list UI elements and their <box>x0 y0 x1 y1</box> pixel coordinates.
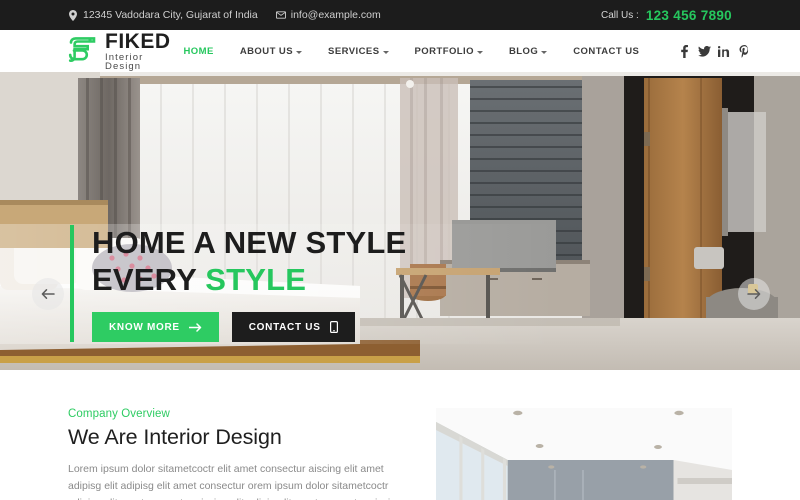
nav-item-home[interactable]: HOME <box>171 46 227 57</box>
nav-label-blog: BLOG <box>508 45 539 57</box>
about-text-column: Company Overview We Are Interior Design … <box>68 408 408 500</box>
know-more-button[interactable]: KNOW MORE <box>92 312 219 343</box>
about-image-column <box>436 408 732 500</box>
fiked-leaf-logo-icon <box>68 37 98 65</box>
section-paragraph: Lorem ipsum dolor sitametcoctr elit amet… <box>68 463 402 500</box>
nav-label-services: SERVICES <box>328 45 380 57</box>
nav-label-home: HOME <box>183 45 214 57</box>
brand-name: FIKED <box>105 29 171 53</box>
hero-cta-group: KNOW MORE CONTACT US <box>92 312 406 343</box>
topbar-contact-group: 12345 Vadodara City, Gujarat of India in… <box>68 9 381 21</box>
email-text: info@example.com <box>290 9 381 21</box>
hero-title-line2: EVERY STYLE <box>92 262 406 299</box>
call-us-label: Call Us : <box>601 9 639 21</box>
hero-title-accent: STYLE <box>205 261 307 297</box>
brand-tagline: Interior Design <box>105 51 144 72</box>
nav-item-about-us[interactable]: ABOUT US <box>227 46 315 57</box>
email-item[interactable]: info@example.com <box>275 9 381 21</box>
about-interior-image <box>436 408 732 500</box>
chevron-down-icon <box>382 50 389 54</box>
arrow-right-icon <box>188 322 202 332</box>
address-item: 12345 Vadodara City, Gujarat of India <box>68 9 258 21</box>
top-contact-bar: 12345 Vadodara City, Gujarat of India in… <box>0 0 800 30</box>
hero-content: HOME A NEW STYLE EVERY STYLE KNOW MORE C… <box>70 225 406 343</box>
section-eyebrow: Company Overview <box>68 408 170 420</box>
nav-label-about-us: ABOUT US <box>239 45 294 57</box>
chevron-down-icon <box>296 50 303 54</box>
chevron-down-icon <box>476 50 483 54</box>
carousel-prev-button[interactable] <box>32 278 64 310</box>
chevron-down-icon <box>541 50 548 54</box>
envelope-icon <box>275 10 286 21</box>
main-navigation: HOME ABOUT US SERVICES PORTFOLIO BLOG CO… <box>171 46 653 57</box>
nav-item-services[interactable]: SERVICES <box>315 46 401 57</box>
social-links <box>674 41 754 61</box>
call-us-group: Call Us : 123 456 7890 <box>601 8 732 23</box>
nav-label-portfolio: PORTFOLIO <box>414 45 474 57</box>
hero-title-line2-plain: EVERY <box>92 261 206 297</box>
linkedin-icon[interactable] <box>714 41 734 61</box>
hero-carousel: HOME A NEW STYLE EVERY STYLE KNOW MORE C… <box>0 72 800 370</box>
twitter-icon[interactable] <box>694 41 714 61</box>
arrow-right-icon <box>747 289 761 299</box>
facebook-icon[interactable] <box>674 41 694 61</box>
mobile-phone-icon <box>329 321 338 334</box>
address-text: 12345 Vadodara City, Gujarat of India <box>83 9 258 21</box>
phone-number[interactable]: 123 456 7890 <box>646 8 732 23</box>
contact-us-button[interactable]: CONTACT US <box>231 312 355 343</box>
nav-item-portfolio[interactable]: PORTFOLIO <box>402 46 496 57</box>
hero-title: HOME A NEW STYLE EVERY STYLE <box>92 225 406 298</box>
nav-item-contact-us[interactable]: CONTACT US <box>560 46 652 57</box>
carousel-next-button[interactable] <box>738 278 770 310</box>
pinterest-icon[interactable] <box>734 41 754 61</box>
brand-text: FIKED Interior Design <box>105 31 171 72</box>
brand-logo[interactable]: FIKED Interior Design <box>68 31 171 72</box>
arrow-left-icon <box>41 289 55 299</box>
know-more-label: KNOW MORE <box>109 321 180 333</box>
contact-us-label: CONTACT US <box>248 321 321 333</box>
hero-title-line1: HOME A NEW STYLE <box>92 225 407 260</box>
nav-label-contact-us: CONTACT US <box>573 45 640 57</box>
section-title: We Are Interior Design <box>68 425 282 449</box>
location-pin-icon <box>68 9 78 21</box>
site-header: FIKED Interior Design HOME ABOUT US SERV… <box>0 30 800 72</box>
company-overview-section: Company Overview We Are Interior Design … <box>0 370 800 500</box>
nav-item-blog[interactable]: BLOG <box>496 46 560 57</box>
